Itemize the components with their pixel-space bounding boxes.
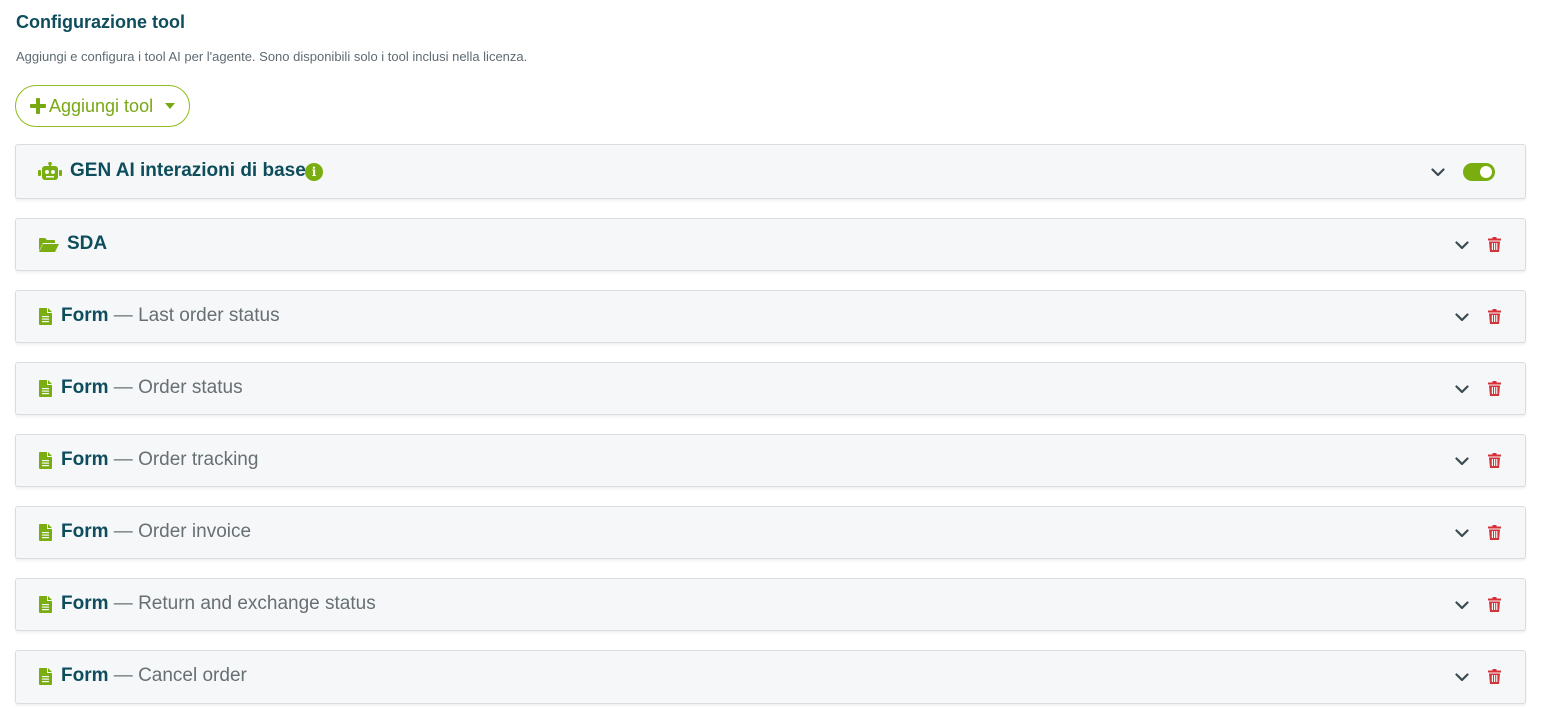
tool-name: Form — Last order status bbox=[61, 305, 280, 326]
file-icon bbox=[39, 452, 52, 469]
tool-row-gen-ai[interactable]: GEN AI interazioni di base i bbox=[15, 144, 1526, 199]
file-icon bbox=[39, 380, 52, 397]
plus-icon bbox=[30, 98, 46, 114]
trash-icon[interactable] bbox=[1488, 309, 1501, 324]
tool-row-form[interactable]: Form — Return and exchange status bbox=[15, 578, 1526, 631]
tool-name: Form — Cancel order bbox=[61, 665, 247, 686]
chevron-down-icon[interactable] bbox=[1455, 313, 1469, 322]
chevron-down-icon[interactable] bbox=[1455, 529, 1469, 538]
tool-row-sda[interactable]: SDA bbox=[15, 218, 1526, 271]
folder-open-icon bbox=[38, 237, 60, 253]
tool-row-form[interactable]: Form — Order tracking bbox=[15, 434, 1526, 487]
page-subtitle: Aggiungi e configura i tool AI per l'age… bbox=[16, 49, 528, 64]
chevron-down-icon[interactable] bbox=[1455, 385, 1469, 394]
chevron-down-icon[interactable] bbox=[1431, 168, 1445, 177]
tool-name: Form — Order tracking bbox=[61, 449, 259, 470]
file-icon bbox=[39, 308, 52, 325]
toggle-knob bbox=[1480, 166, 1492, 178]
tool-name: Form — Order invoice bbox=[61, 521, 252, 542]
tool-configuration-page: Configurazione tool Aggiungi e configura… bbox=[0, 0, 1542, 725]
file-icon bbox=[39, 668, 52, 685]
enable-toggle[interactable] bbox=[1463, 163, 1495, 181]
trash-icon[interactable] bbox=[1488, 381, 1501, 396]
trash-icon[interactable] bbox=[1488, 525, 1501, 540]
trash-icon[interactable] bbox=[1488, 669, 1501, 684]
tool-name: Form — Order status bbox=[61, 377, 243, 398]
tool-row-form[interactable]: Form — Last order status bbox=[15, 290, 1526, 343]
chevron-down-icon[interactable] bbox=[1455, 241, 1469, 250]
tool-row-form[interactable]: Form — Order invoice bbox=[15, 506, 1526, 559]
chevron-down-icon[interactable] bbox=[1455, 601, 1469, 610]
tool-row-form[interactable]: Form — Cancel order bbox=[15, 650, 1526, 704]
chevron-down-icon[interactable] bbox=[1455, 673, 1469, 682]
info-icon[interactable]: i bbox=[305, 163, 323, 181]
file-icon bbox=[39, 596, 52, 613]
robot-icon bbox=[38, 162, 62, 182]
caret-down-icon bbox=[165, 103, 176, 109]
add-tool-label: Aggiungi tool bbox=[49, 95, 154, 116]
page-title: Configurazione tool bbox=[16, 12, 185, 32]
file-icon bbox=[39, 524, 52, 541]
tool-name: SDA bbox=[67, 233, 108, 254]
add-tool-button[interactable]: Aggiungi tool bbox=[15, 85, 190, 127]
trash-icon[interactable] bbox=[1488, 237, 1501, 252]
trash-icon[interactable] bbox=[1488, 597, 1501, 612]
tool-name: GEN AI interazioni di base bbox=[70, 160, 306, 181]
chevron-down-icon[interactable] bbox=[1455, 457, 1469, 466]
tool-row-form[interactable]: Form — Order status bbox=[15, 362, 1526, 415]
tool-name: Form — Return and exchange status bbox=[61, 593, 376, 614]
trash-icon[interactable] bbox=[1488, 453, 1501, 468]
